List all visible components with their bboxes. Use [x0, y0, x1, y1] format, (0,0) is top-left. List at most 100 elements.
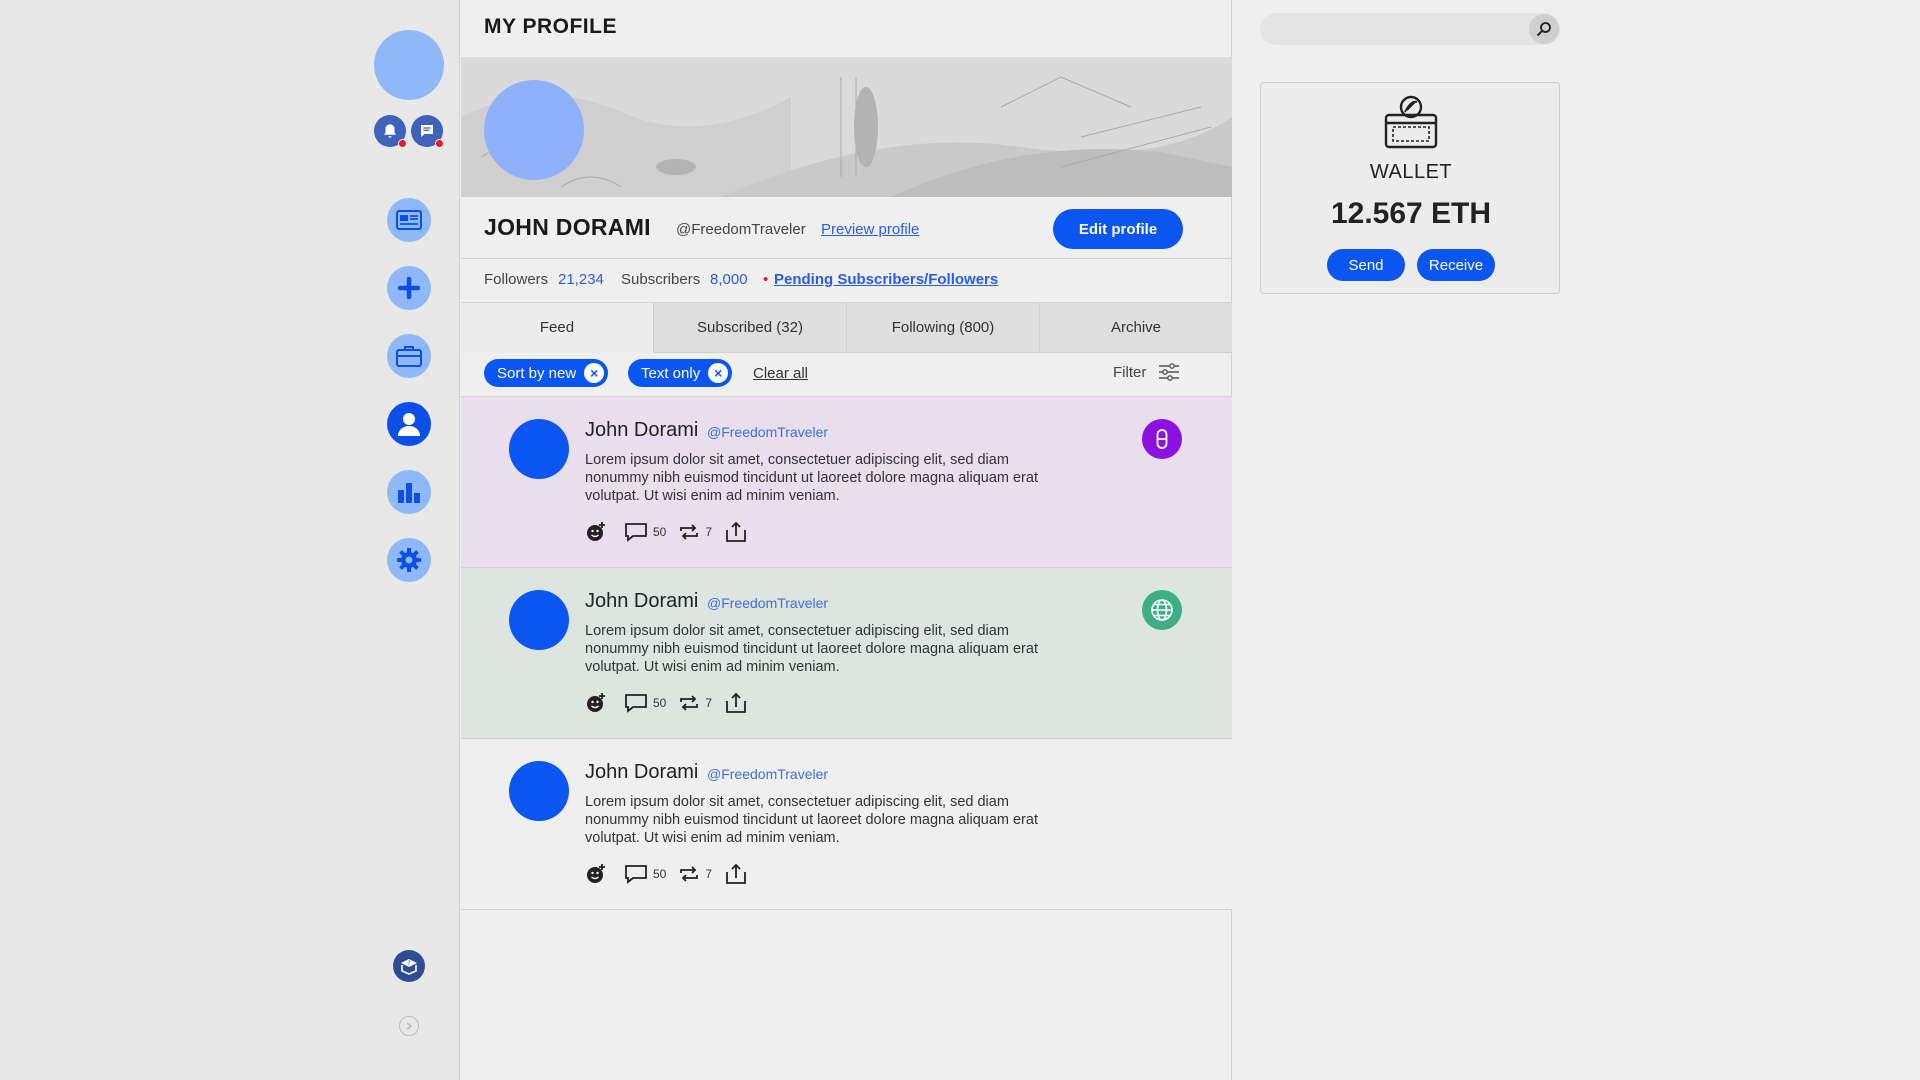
post-body: Lorem ipsum dolor sit amet, consectetuer… [585, 452, 1038, 504]
pending-indicator: • [763, 271, 769, 288]
pill-icon[interactable] [1142, 419, 1182, 459]
post-handle[interactable]: @FreedomTraveler [707, 424, 828, 440]
filter-bar: Sort by new × Text only × Clear all Filt… [461, 353, 1232, 397]
feed-post[interactable]: John Dorami @FreedomTraveler Lorem ipsum… [461, 739, 1232, 910]
tab-subscribed[interactable]: Subscribed (32) [654, 303, 847, 353]
preview-profile-link[interactable]: Preview profile [821, 221, 919, 238]
repost-button[interactable]: 7 [678, 864, 712, 884]
briefcase-icon [396, 346, 422, 367]
comment-count: 50 [653, 867, 667, 881]
search-bar [1260, 13, 1560, 45]
share-icon [726, 692, 746, 713]
share-button[interactable] [724, 692, 753, 714]
filter-chip-sort[interactable]: Sort by new × [484, 359, 609, 387]
comment-count: 50 [653, 696, 667, 710]
profile-tabs: Feed Subscribed (32) Following (800) Arc… [461, 303, 1232, 353]
search-icon[interactable] [1529, 14, 1559, 44]
post-author[interactable]: John Dorami [585, 761, 698, 784]
repost-icon [680, 524, 699, 540]
post-avatar[interactable] [509, 761, 569, 821]
profile-avatar[interactable] [484, 80, 584, 180]
tab-feed[interactable]: Feed [461, 303, 654, 353]
main-content: MY PROFILE JOHN DORAMI @FreedomTraveler … [461, 0, 1232, 1080]
gear-icon [397, 548, 421, 572]
wallet-icon [1384, 95, 1438, 149]
react-button[interactable] [585, 692, 612, 714]
nav-profile[interactable] [387, 402, 431, 446]
send-button[interactable]: Send [1327, 249, 1405, 281]
notification-dot [398, 139, 407, 148]
bell-icon[interactable] [374, 115, 407, 148]
repost-button[interactable]: 7 [678, 693, 712, 713]
chip-label: Sort by new [497, 364, 577, 382]
globe-icon[interactable] [1142, 590, 1182, 630]
subscribers-count[interactable]: 8,000 [710, 271, 748, 288]
repost-button[interactable]: 7 [678, 522, 712, 542]
comment-count: 50 [653, 525, 667, 539]
post-author[interactable]: John Dorami [585, 419, 698, 442]
emoji-add-icon [587, 864, 605, 883]
react-button[interactable] [585, 521, 612, 543]
profile-stats: Followers 21,234 Subscribers 8,000 • Pen… [461, 259, 1232, 303]
post-avatar[interactable] [509, 419, 569, 479]
help-book-icon[interactable]: ? [393, 950, 425, 982]
profile-header: JOHN DORAMI @FreedomTraveler Preview pro… [461, 197, 1232, 259]
nav-create[interactable] [387, 266, 431, 310]
filter-chip-text-only[interactable]: Text only × [628, 359, 733, 387]
clear-all-link[interactable]: Clear all [753, 365, 808, 382]
post-actions: 50 7 [585, 692, 765, 714]
wallet-card: WALLET 12.567 ETH Send Receive [1260, 82, 1560, 294]
pending-link[interactable]: Pending Subscribers/Followers [774, 271, 998, 288]
nav-settings[interactable] [387, 538, 431, 582]
repost-icon [680, 695, 699, 711]
search-input[interactable] [1276, 13, 1516, 45]
nav-portfolio[interactable] [387, 334, 431, 378]
nav-newsfeed[interactable] [387, 198, 431, 242]
share-button[interactable] [724, 863, 753, 885]
close-icon[interactable]: × [584, 363, 605, 383]
repost-count: 7 [705, 696, 713, 710]
chip-label: Text only [641, 364, 701, 382]
comment-button[interactable]: 50 [624, 863, 666, 885]
tab-archive[interactable]: Archive [1040, 303, 1232, 353]
edit-profile-button[interactable]: Edit profile [1053, 209, 1183, 249]
notification-dot [435, 139, 444, 148]
tab-following[interactable]: Following (800) [847, 303, 1040, 353]
feed-post[interactable]: John Dorami @FreedomTraveler Lorem ipsum… [461, 568, 1232, 739]
post-body: Lorem ipsum dolor sit amet, consectetuer… [585, 623, 1038, 675]
chevron-right-icon[interactable] [399, 1016, 419, 1036]
share-button[interactable] [724, 521, 753, 543]
post-body: Lorem ipsum dolor sit amet, consectetuer… [585, 794, 1038, 846]
react-button[interactable] [585, 863, 612, 885]
repost-count: 7 [705, 525, 713, 539]
filter-label: Filter [1113, 363, 1147, 381]
repost-count: 7 [705, 867, 713, 881]
post-avatar[interactable] [509, 590, 569, 650]
svg-text:?: ? [407, 960, 410, 967]
post-handle[interactable]: @FreedomTraveler [707, 766, 828, 782]
plus-icon [398, 277, 420, 299]
post-author[interactable]: John Dorami [585, 590, 698, 613]
avatar[interactable] [374, 30, 444, 100]
share-icon [726, 521, 746, 542]
post-actions: 50 7 [585, 521, 765, 543]
post-handle[interactable]: @FreedomTraveler [707, 595, 828, 611]
feed-post[interactable]: John Dorami @FreedomTraveler Lorem ipsum… [461, 397, 1232, 568]
comment-button[interactable]: 50 [624, 521, 666, 543]
followers-count[interactable]: 21,234 [558, 271, 604, 288]
comment-button[interactable]: 50 [624, 692, 666, 714]
wallet-balance: 12.567 ETH [1330, 197, 1492, 230]
chat-icon[interactable] [411, 115, 444, 148]
followers-label: Followers [484, 271, 549, 288]
comment-icon [625, 865, 647, 884]
filter-button[interactable]: Filter [1113, 363, 1180, 381]
sliders-icon [1159, 363, 1180, 381]
user-icon [398, 413, 420, 436]
bar-chart-icon [398, 483, 420, 503]
nav-analytics[interactable] [387, 470, 431, 514]
profile-handle: @FreedomTraveler [676, 221, 806, 238]
close-icon[interactable]: × [708, 363, 729, 383]
receive-button[interactable]: Receive [1417, 249, 1495, 281]
share-icon [726, 863, 746, 884]
repost-icon [680, 866, 699, 882]
